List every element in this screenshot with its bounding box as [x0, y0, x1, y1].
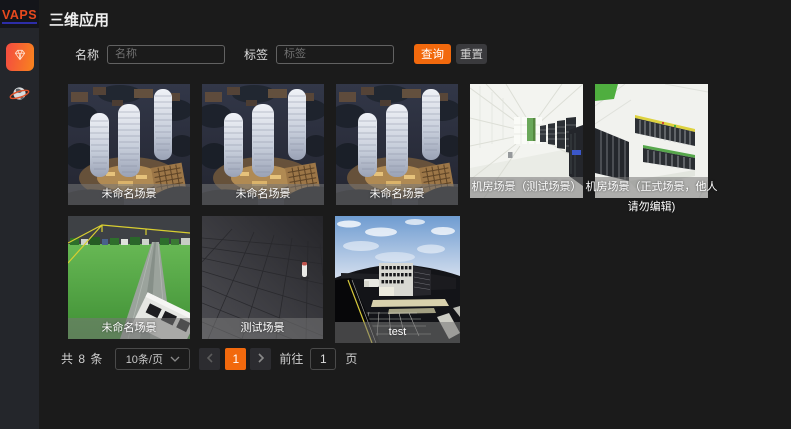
scene-title: 未命名场景 [370, 184, 425, 204]
pagination: 共 8 条 10条/页 1 前往 页 [61, 347, 357, 370]
jump-unit: 页 [345, 350, 357, 367]
app-logo: VAPS [2, 9, 37, 24]
scene-grid-row-2: 未命名场景 测试场景 test [68, 216, 460, 343]
name-label: 名称 [75, 46, 99, 63]
sidebar: VAPS [0, 0, 39, 429]
scene-title: 未命名场景 [102, 318, 157, 338]
total-count: 共 8 条 [61, 350, 103, 367]
tag-label: 标签 [244, 46, 268, 63]
jump-label: 前往 [279, 350, 303, 367]
jump-page-input[interactable] [310, 348, 336, 370]
scene-card-4[interactable]: 机房场景（测试场景） [470, 84, 583, 198]
chevron-left-icon [206, 350, 214, 368]
scene-card-3[interactable]: 未命名场景 [336, 84, 458, 205]
page-size-value: 10条/页 [126, 351, 163, 367]
gem-icon [13, 48, 27, 67]
scene-card-2[interactable]: 未命名场景 [202, 84, 324, 205]
page-button-1[interactable]: 1 [225, 348, 246, 370]
scene-card-5[interactable]: 机房场景（正式场景，他人 请勿编辑) [595, 84, 708, 198]
sidebar-item-scene-library[interactable] [6, 43, 34, 71]
filter-bar: 名称 标签 查询 重置 [75, 44, 487, 64]
chevron-down-icon [170, 353, 180, 365]
scene-title: 未命名场景 [236, 184, 291, 204]
scene-grid-row-1: 未命名场景 未命名场景 未命名场景 机房场景（测试场景） 机房场景（正式场景，他… [68, 84, 708, 205]
scene-card-8[interactable]: test [335, 216, 460, 343]
main-content: 三维应用 名称 标签 查询 重置 未命名场景 未命名场景 未命名场景 机房场景（… [39, 0, 791, 429]
next-page-button[interactable] [250, 348, 271, 370]
scene-card-6[interactable]: 未命名场景 [68, 216, 190, 339]
scene-title: test [389, 322, 407, 342]
tag-input[interactable] [276, 45, 394, 64]
sidebar-item-earth[interactable] [8, 84, 32, 108]
page-size-select[interactable]: 10条/页 [115, 348, 190, 370]
prev-page-button[interactable] [199, 348, 220, 370]
chevron-right-icon [257, 350, 265, 368]
reset-button[interactable]: 重置 [456, 44, 487, 64]
scene-title: 未命名场景 [102, 184, 157, 204]
logo-area: VAPS [0, 0, 39, 28]
scene-card-1[interactable]: 未命名场景 [68, 84, 190, 205]
scene-title: 机房场景（正式场景，他人 请勿编辑) [586, 177, 718, 217]
page-title: 三维应用 [49, 9, 109, 30]
name-input[interactable] [107, 45, 225, 64]
scene-card-7[interactable]: 测试场景 [202, 216, 323, 339]
scene-title: 机房场景（测试场景） [472, 177, 582, 197]
search-button[interactable]: 查询 [414, 44, 451, 64]
scene-title: 测试场景 [241, 318, 285, 338]
globe-icon [9, 83, 30, 109]
